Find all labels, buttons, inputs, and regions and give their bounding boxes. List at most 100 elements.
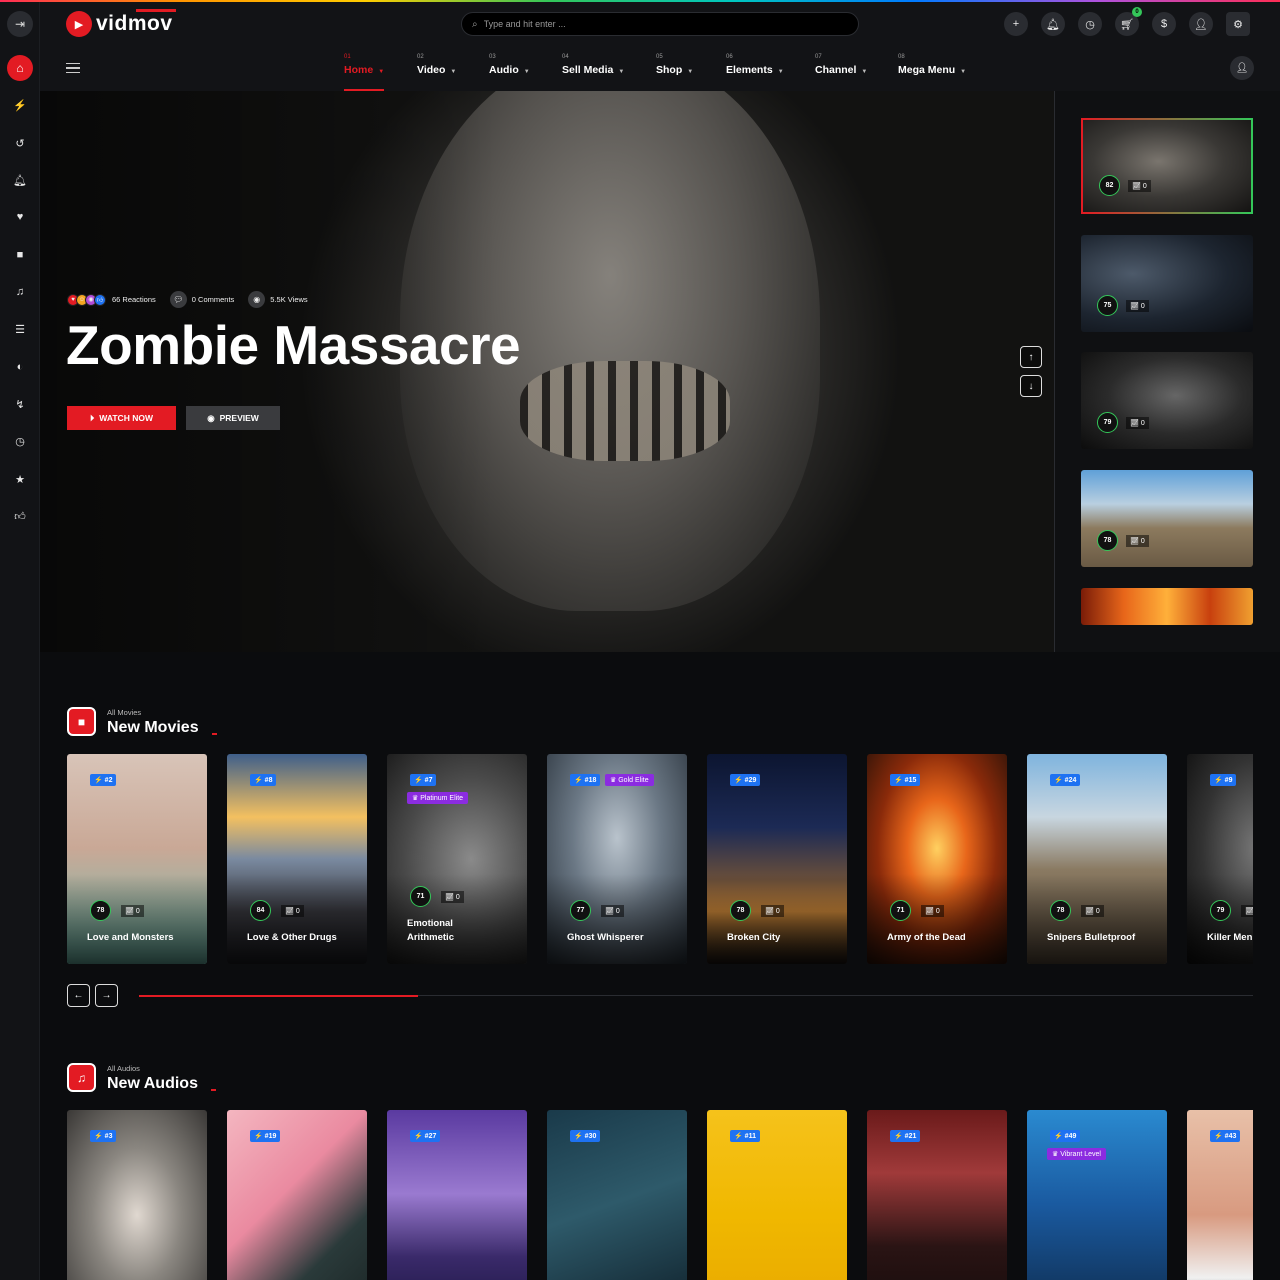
movie-card[interactable]: ⚡ #9 79 📈︎ 0 Killer Men [1187, 754, 1253, 964]
nav-shop[interactable]: 05 Shop ▼ [656, 54, 693, 91]
nav-elements[interactable]: 06 Elements ▼ [726, 54, 784, 91]
nav-label: Channel [815, 64, 857, 76]
hero-thumb[interactable]: 75 📈︎ 0 [1081, 235, 1253, 332]
sidebar-item-playlists[interactable]: ☰ [0, 317, 40, 341]
movie-card[interactable]: ⚡ #24 78 📈︎ 0 Snipers Bulletproof [1027, 754, 1167, 964]
section-subtitle[interactable]: All Audios [107, 1064, 140, 1073]
preview-button[interactable]: ◉ PREVIEW [186, 406, 280, 430]
sidebar-item-history[interactable]: ↺ [0, 131, 40, 155]
menu-icon[interactable] [66, 63, 80, 73]
sidebar-item-likes[interactable]: 👍︎ [0, 504, 40, 528]
nav-video[interactable]: 02 Video ▼ [417, 54, 456, 91]
dollar-icon[interactable]: $ [1152, 12, 1176, 36]
chevron-down-icon: ▼ [523, 69, 530, 75]
star-icon: ★ [15, 473, 25, 486]
rank-value: #15 [904, 777, 917, 784]
card-title[interactable]: Broken City [727, 931, 839, 945]
card-meta: 71 📈︎ 0 [410, 886, 464, 907]
hero-prev-button[interactable]: ↑ [1020, 346, 1042, 368]
audio-card[interactable]: ⚡ #30 [547, 1110, 687, 1280]
carousel-prev-button[interactable]: ← [67, 984, 90, 1007]
nav-home[interactable]: 01 Home ▼ [344, 54, 385, 91]
sidebar-toggle[interactable]: ⇥ [0, 2, 40, 46]
comments-stat[interactable]: 💬︎ 0 Comments [169, 291, 234, 308]
sidebar-item-trending-list[interactable]: ↯ [0, 392, 40, 416]
sidebar-item-channels[interactable]: ◐ [0, 355, 40, 379]
movie-card[interactable]: ⚡ #15 71 📈︎ 0 Army of the Dead [867, 754, 1007, 964]
card-title[interactable]: Killer Men [1207, 931, 1253, 945]
gear-icon[interactable]: ⚙ [1226, 12, 1250, 36]
card-meta: 78 📈︎ 0 [1050, 900, 1104, 921]
card-title[interactable]: Army of the Dead [887, 931, 999, 945]
audio-card[interactable]: ⚡ #49 ♛ Vibrant Level [1027, 1110, 1167, 1280]
rank-value: #3 [104, 1133, 113, 1140]
watch-now-button[interactable]: ⏵ WATCH NOW [67, 406, 176, 430]
movie-card[interactable]: ⚡ #18 ♛ Gold Elite 77 📈︎ 0 Ghost Whispere… [547, 754, 687, 964]
cart-icon[interactable]: 🛒︎ 0 [1115, 7, 1142, 36]
trend-icon: 📈︎ 0 [281, 904, 304, 917]
trending-icon: ↯ [15, 398, 25, 411]
rank-value: #9 [1224, 777, 1233, 784]
chevron-down-icon: ▼ [450, 69, 457, 75]
nav-audio[interactable]: 03 Audio ▼ [489, 54, 530, 91]
history-icon: ↺ [15, 137, 25, 150]
search-input[interactable] [483, 19, 824, 29]
sidebar-item-home[interactable]: ⌂ [0, 55, 40, 81]
audio-card[interactable]: ⚡ #11 [707, 1110, 847, 1280]
bell-icon[interactable]: 🔔︎ [1041, 12, 1065, 36]
audio-card[interactable]: ⚡ #21 [867, 1110, 1007, 1280]
logo[interactable]: ▶ vidmov [66, 9, 176, 37]
cart-count-badge: 0 [1132, 7, 1142, 17]
hero-thumb[interactable]: 79 📈︎ 0 [1081, 352, 1253, 449]
sidebar-item-watch-later[interactable]: ◷ [0, 429, 40, 453]
chevron-down-icon: ▼ [861, 69, 868, 75]
movie-card[interactable]: ⚡ #7 ♛ Platinum Elite 71 📈︎ 0 Emotional A… [387, 754, 527, 964]
trend-count: 0 [1140, 419, 1145, 427]
nav-mega-menu[interactable]: 08 Mega Menu ▼ [898, 54, 966, 91]
hero-thumb[interactable] [1081, 588, 1253, 625]
eye-icon: ◉ [207, 412, 215, 423]
user-settings-icon[interactable]: 👤︎ [1189, 12, 1213, 36]
card-title[interactable]: Ghost Whisperer [567, 931, 679, 945]
section-subtitle[interactable]: All Movies [107, 708, 141, 717]
audio-card[interactable]: ⚡ #27 [387, 1110, 527, 1280]
card-meta: 78 📈︎ 0 [90, 900, 144, 921]
trend-count: 0 [455, 893, 460, 901]
sidebar-item-favorites[interactable]: ★ [0, 467, 40, 491]
nav-number: 05 [656, 54, 663, 60]
rank-badge: ⚡ #49 [1050, 1130, 1081, 1142]
user-icon[interactable]: 👤︎ [1230, 56, 1254, 80]
sidebar-item-liked[interactable]: ♥ [0, 205, 40, 229]
movie-card[interactable]: ⚡ #8 84 📈︎ 0 Love & Other Drugs [227, 754, 367, 964]
nav-channel[interactable]: 07 Channel ▼ [815, 54, 867, 91]
sidebar-item-videos[interactable]: ■ [0, 243, 40, 267]
rank-badge: ⚡ #24 [1050, 774, 1081, 786]
movie-card[interactable]: ⚡ #29 78 📈︎ 0 Broken City [707, 754, 847, 964]
hero-next-button[interactable]: ↓ [1020, 375, 1042, 397]
audio-card[interactable]: ⚡ #43 [1187, 1110, 1253, 1280]
card-title[interactable]: Love & Other Drugs [247, 931, 359, 945]
sidebar-item-music[interactable]: ♫ [0, 280, 40, 304]
nav-sell-media[interactable]: 04 Sell Media ▼ [562, 54, 624, 91]
hero-thumb[interactable]: 82 📈︎ 0 [1081, 118, 1253, 214]
card-meta: 78 📈︎ 0 [730, 900, 784, 921]
sidebar-item-trending[interactable]: ⚡ [0, 93, 40, 117]
sidebar-item-notifications[interactable]: 🔔︎ [0, 168, 40, 192]
rank-value: #18 [584, 777, 597, 784]
plus-icon[interactable]: + [1004, 12, 1028, 36]
hero-thumb[interactable]: 78 📈︎ 0 [1081, 470, 1253, 567]
audio-card[interactable]: ⚡ #3 [67, 1110, 207, 1280]
card-title[interactable]: Emotional Arithmetic [407, 917, 477, 945]
carousel-next-button[interactable]: → [95, 984, 118, 1007]
rank-badge: ⚡ #15 [890, 774, 921, 786]
movie-card[interactable]: ⚡ #2 78 📈︎ 0 Love and Monsters [67, 754, 207, 964]
card-title[interactable]: Snipers Bulletproof [1047, 931, 1159, 945]
reactions-stat[interactable]: ♥ ☺ ◉ 👍︎ 66 Reactions [67, 293, 156, 306]
nav-number: 02 [417, 54, 424, 60]
carousel-progress [139, 995, 1253, 997]
card-title[interactable]: Love and Monsters [87, 931, 199, 945]
audio-card[interactable]: ⚡ #19 [227, 1110, 367, 1280]
clock-icon[interactable]: ◷ [1078, 12, 1102, 36]
rank-value: #8 [264, 777, 273, 784]
score-badge: 75 [1097, 295, 1118, 316]
